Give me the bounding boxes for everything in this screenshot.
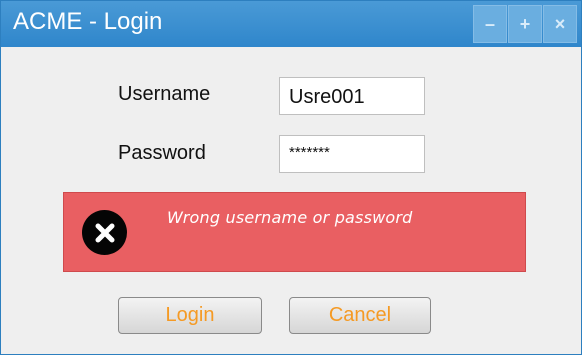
maximize-button[interactable]: + bbox=[508, 5, 542, 43]
error-message-text: Wrong username or password bbox=[167, 208, 413, 227]
password-field[interactable]: ******* bbox=[279, 135, 425, 173]
plus-icon: + bbox=[519, 14, 531, 34]
window-controls: – + × bbox=[473, 5, 577, 43]
close-button[interactable]: × bbox=[543, 5, 577, 43]
close-icon: × bbox=[554, 14, 566, 34]
window-title: ACME - Login bbox=[13, 8, 163, 35]
cancel-button[interactable]: Cancel bbox=[289, 297, 431, 334]
minimize-icon: – bbox=[484, 14, 495, 34]
password-label: Password bbox=[118, 142, 206, 164]
login-button[interactable]: Login bbox=[118, 297, 262, 334]
window-titlebar[interactable]: ACME - Login – + × bbox=[1, 1, 581, 47]
login-window: ACME - Login – + × Username Usre001 Pass… bbox=[0, 0, 582, 355]
username-label: Username bbox=[118, 83, 211, 105]
username-field[interactable]: Usre001 bbox=[279, 77, 425, 115]
error-x-icon bbox=[82, 210, 127, 255]
minimize-button[interactable]: – bbox=[473, 5, 507, 43]
error-message-banner: Wrong username or password bbox=[63, 192, 526, 272]
